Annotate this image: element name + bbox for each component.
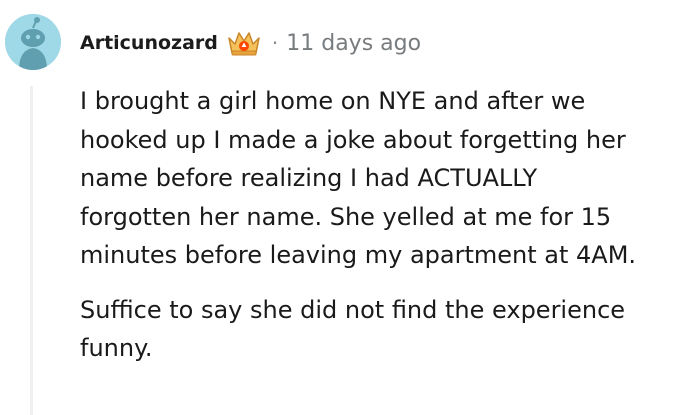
comment-paragraph: Suffice to say she did not find the expe… [80,295,626,363]
comment-timestamp[interactable]: 11 days ago [286,31,421,56]
meta-separator: · [271,31,279,55]
comment-meta: Articunozard · 11 days ago [80,26,421,60]
comment-paragraph: I brought a girl home on NYE and after w… [80,87,637,269]
comment-body: I brought a girl home on NYE and after w… [80,82,700,368]
comment: Articunozard · 11 days ago I brought a g… [0,0,700,415]
crown-badge-icon [226,29,262,57]
snoo-avatar-icon [5,14,61,70]
user-avatar[interactable] [5,14,61,70]
author-username[interactable]: Articunozard [80,32,218,54]
thread-collapse-line[interactable] [30,86,33,415]
